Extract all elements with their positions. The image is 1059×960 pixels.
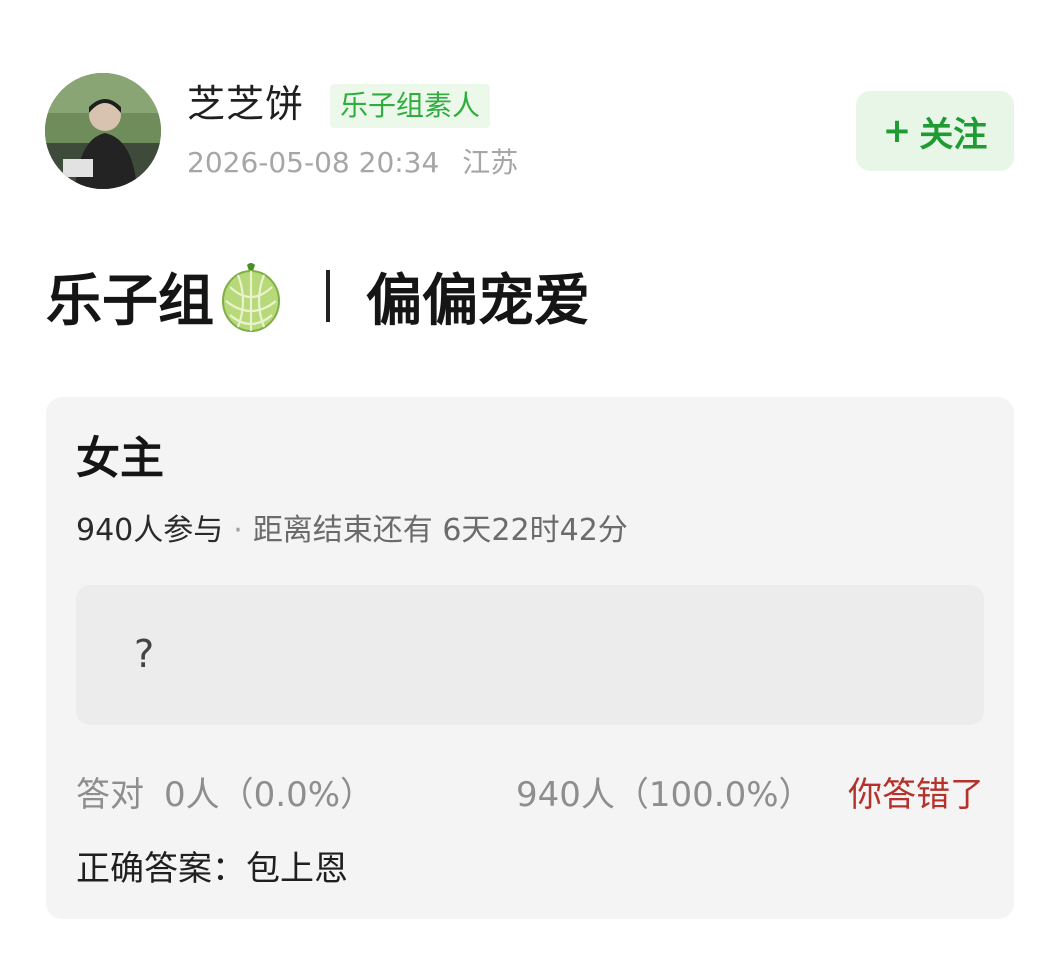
author-badge: 乐子组素人 — [330, 84, 491, 128]
post-timestamp: 2026-05-08 20:34 — [187, 146, 440, 179]
time-remaining: 距离结束还有 6天22时42分 — [252, 513, 628, 548]
meta-separator: · — [233, 513, 243, 548]
author-name[interactable]: 芝芝饼 — [187, 79, 304, 129]
plus-icon: + — [882, 111, 912, 151]
participant-count: 940人参与 — [76, 513, 224, 548]
result-tag: 你答错了 — [848, 775, 984, 815]
quiz-meta: 940人参与 · 距离结束还有 6天22时42分 — [76, 510, 628, 552]
post-title-right: 偏偏宠爱 — [366, 268, 590, 334]
answer-option[interactable]: ? — [76, 585, 984, 725]
quiz-title: 女主 — [76, 433, 164, 484]
avatar[interactable] — [45, 73, 161, 189]
post-meta: 2026-05-08 20:34 江苏 — [187, 143, 532, 183]
melon-icon — [222, 263, 280, 332]
correct-count: 0人（0.0%） — [164, 775, 375, 815]
correct-stat: 答对 0人（0.0%） — [76, 771, 374, 819]
post-title-left: 乐子组 — [46, 268, 214, 334]
title-divider — [326, 270, 330, 322]
correct-answer: 正确答案：包上恩 — [76, 849, 348, 889]
follow-label: 关注 — [919, 114, 988, 155]
correct-label: 答对 — [76, 775, 144, 815]
post-location: 江苏 — [462, 146, 519, 179]
wrong-count: 940人（100.0%） — [516, 775, 813, 815]
avatar-photo — [45, 73, 161, 189]
post-title: 乐子组 偏偏宠爱 — [46, 256, 590, 336]
quiz-card: 女主 940人参与 · 距离结束还有 6天22时42分 ? 答对 0人（0.0%） 9… — [46, 397, 1014, 919]
answer-option-text: ? — [134, 632, 155, 676]
follow-button[interactable]: + 关注 — [856, 91, 1014, 171]
